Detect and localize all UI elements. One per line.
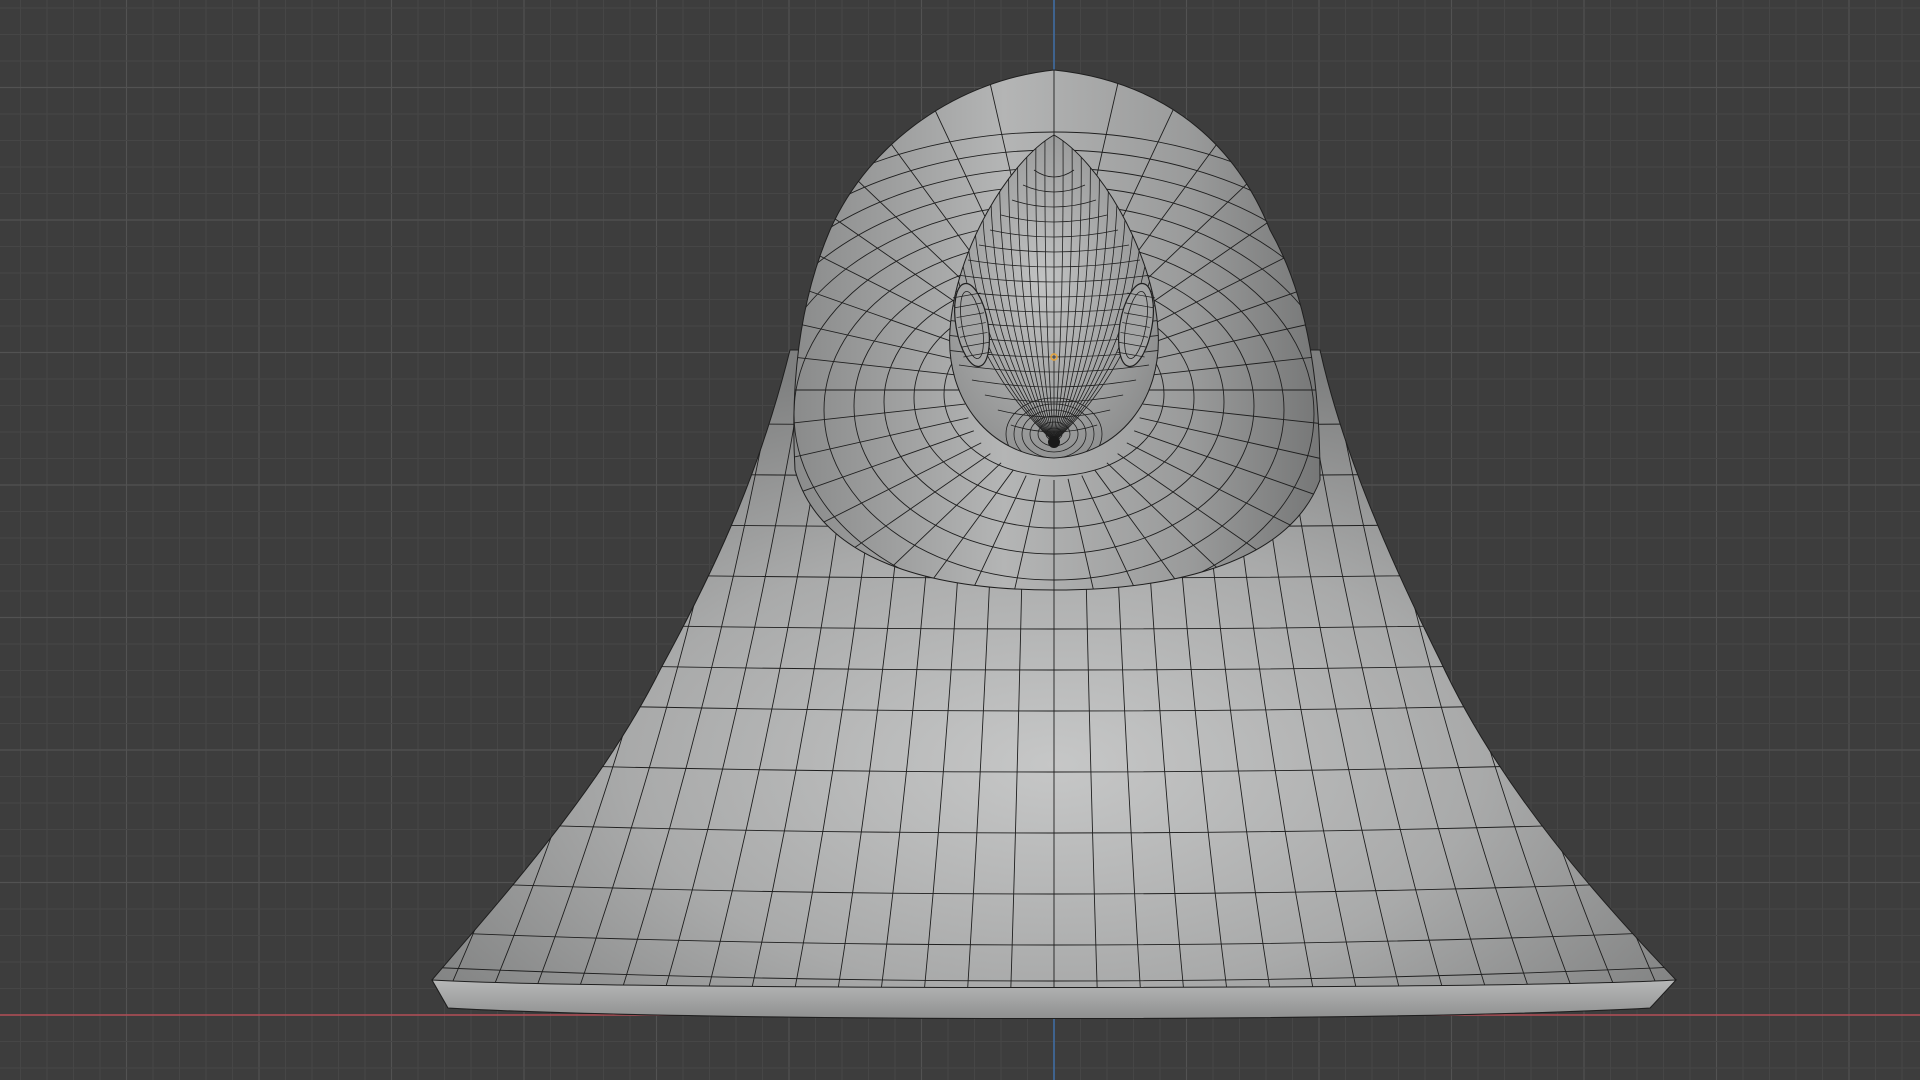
viewport-canvas[interactable] xyxy=(0,0,1920,1080)
mesh-pole-vertex xyxy=(1048,436,1060,448)
3d-viewport[interactable] xyxy=(0,0,1920,1080)
mesh-object[interactable] xyxy=(380,30,1720,1019)
